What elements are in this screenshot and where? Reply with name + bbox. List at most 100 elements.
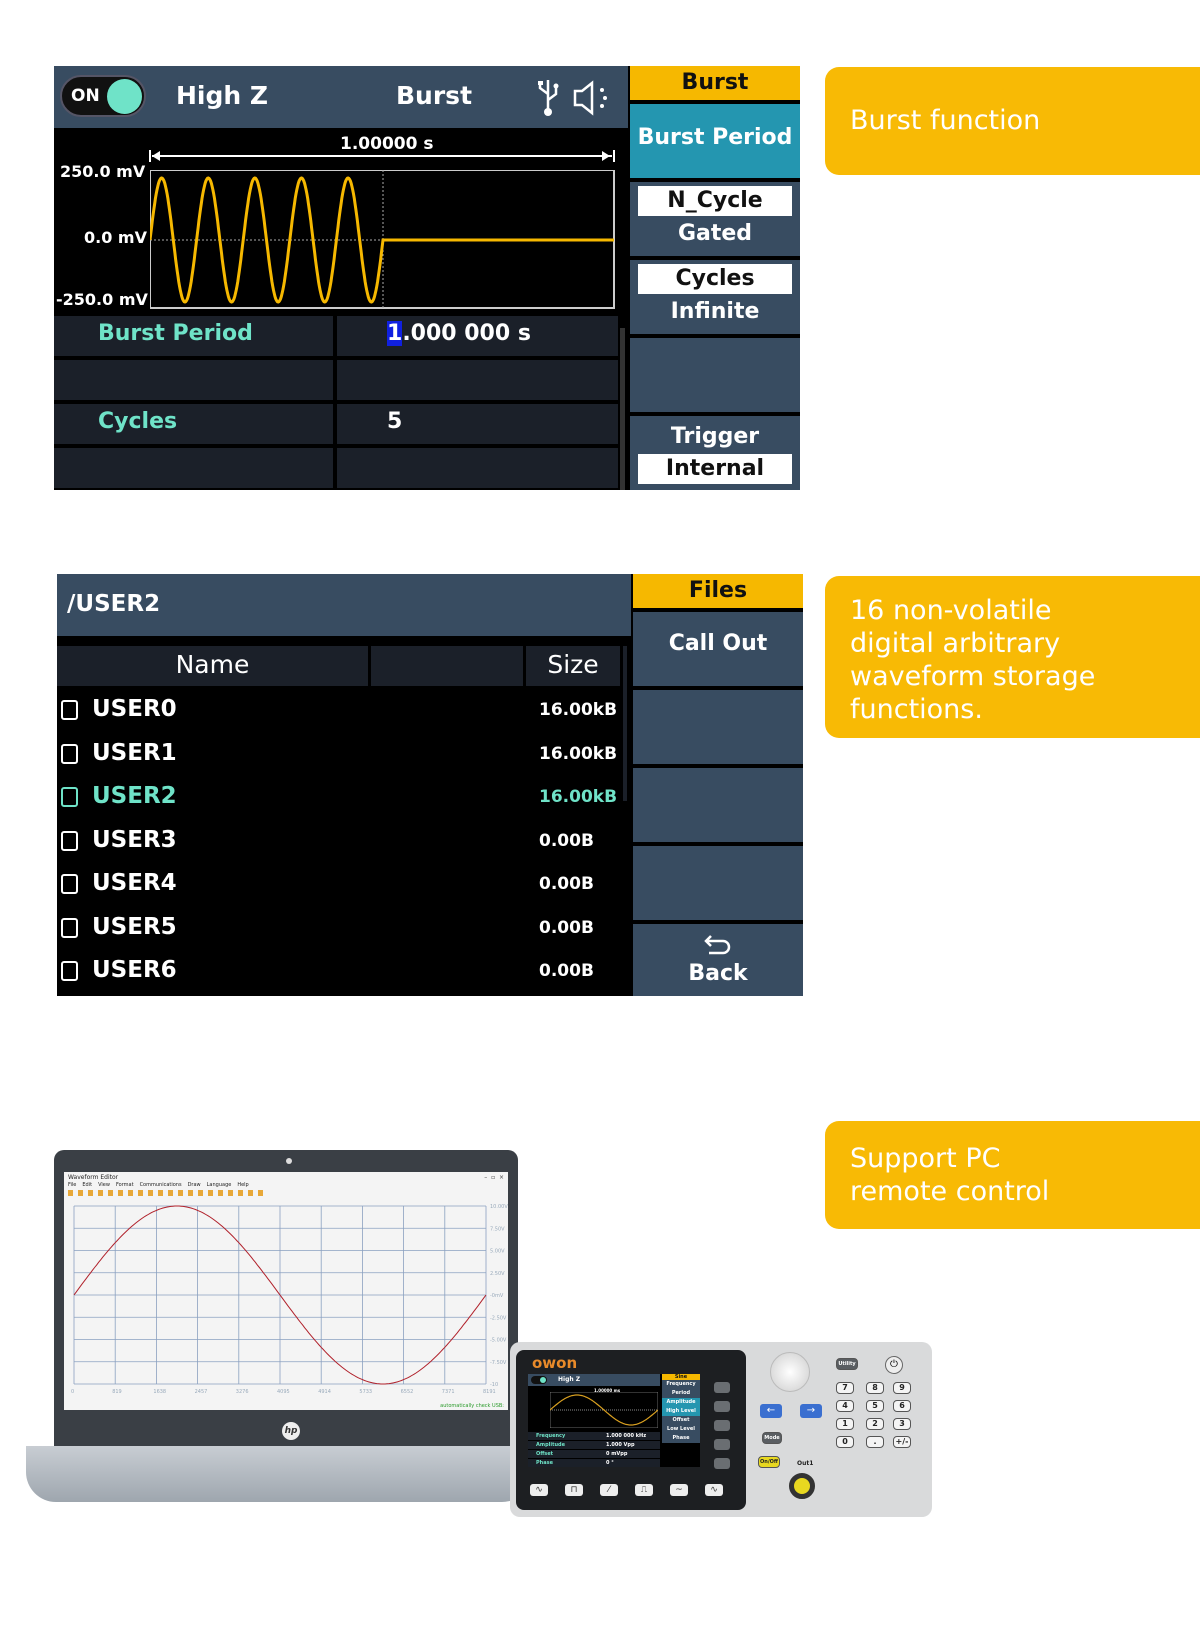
menu-item[interactable]: Edit xyxy=(82,1182,92,1188)
menu-item[interactable]: Communications xyxy=(140,1182,182,1188)
waveform-key[interactable]: ∿ xyxy=(530,1484,548,1496)
menu-item[interactable]: Low Level xyxy=(662,1425,700,1434)
key-4[interactable]: 4 xyxy=(836,1400,854,1412)
brand-logo: owon xyxy=(532,1354,578,1372)
file-size: 0.00B xyxy=(539,874,594,894)
key-5[interactable]: 5 xyxy=(866,1400,884,1412)
option-selected: Internal xyxy=(638,454,792,484)
param-row[interactable]: Frequency 1.000 000 kHz xyxy=(528,1432,660,1440)
param-label: Offset xyxy=(536,1451,554,1457)
key-mode[interactable]: Mode xyxy=(762,1432,782,1444)
waveform-key[interactable]: ∿ xyxy=(705,1484,723,1496)
softkey[interactable] xyxy=(714,1458,730,1469)
file-row[interactable]: USER5 0.00B xyxy=(57,906,622,949)
param-value[interactable]: 1.000 000 s xyxy=(387,321,531,346)
column-blank xyxy=(371,646,523,686)
menu-item[interactable]: Draw xyxy=(188,1182,201,1188)
menu-item[interactable]: View xyxy=(98,1182,110,1188)
right-arrow-key[interactable]: → xyxy=(800,1404,822,1418)
left-arrow-key[interactable]: ← xyxy=(760,1404,782,1418)
speaker-icon xyxy=(573,80,607,116)
pc-waveform-plot: 10.00V 7.50V 5.00V 2.50V -0mV -2.50V -5.00V -7.… xyxy=(71,1204,508,1395)
waveform-key[interactable]: ⎍ xyxy=(635,1484,653,1496)
scrollbar[interactable] xyxy=(623,646,627,801)
callout-storage: 16 non-volatile digital arbitrary wavefo… xyxy=(825,576,1200,738)
key-7[interactable]: 7 xyxy=(836,1382,854,1394)
menu-burst-period[interactable]: Burst Period xyxy=(630,104,800,178)
menu-empty[interactable] xyxy=(630,338,800,412)
window-controls[interactable]: – ▫ × xyxy=(484,1174,504,1181)
rotary-knob[interactable] xyxy=(770,1352,810,1392)
file-row[interactable]: USER1 16.00kB xyxy=(57,732,622,775)
param-row[interactable]: Burst Period 1.000 000 s xyxy=(54,316,618,356)
menu-empty[interactable] xyxy=(633,768,803,842)
param-row xyxy=(54,448,618,488)
param-row[interactable]: Offset 0 mVpp xyxy=(528,1450,660,1458)
key-utility[interactable]: Utility xyxy=(836,1358,858,1370)
key-[interactable]: . xyxy=(866,1436,884,1448)
menu-item[interactable]: File xyxy=(68,1182,76,1188)
burst-trace xyxy=(150,176,614,304)
output-toggle[interactable] xyxy=(531,1376,547,1384)
param-row[interactable]: Cycles 5 xyxy=(54,404,618,444)
key-0[interactable]: 0 xyxy=(836,1436,854,1448)
key-3[interactable]: 3 xyxy=(893,1418,911,1430)
file-name: USER2 xyxy=(92,783,177,809)
menu-call-out[interactable]: Call Out xyxy=(633,612,803,686)
menu-item[interactable]: Amplitude xyxy=(662,1398,700,1407)
param-label: Cycles xyxy=(98,409,178,434)
menu-title: Burst xyxy=(630,66,800,100)
menu-empty[interactable] xyxy=(633,846,803,920)
scrollbar[interactable] xyxy=(620,328,625,490)
file-row[interactable]: USER4 0.00B xyxy=(57,862,622,905)
waveform-key[interactable]: ⊓ xyxy=(565,1484,583,1496)
key-onoff[interactable]: On/Off xyxy=(758,1456,780,1468)
menu-item[interactable]: Period xyxy=(662,1389,700,1398)
key-2[interactable]: 2 xyxy=(866,1418,884,1430)
file-row[interactable]: USER6 0.00B xyxy=(57,949,622,992)
file-row[interactable]: USER0 16.00kB xyxy=(57,688,622,731)
waveform-key[interactable]: ~ xyxy=(670,1484,688,1496)
param-row[interactable]: Phase 0 ° xyxy=(528,1459,660,1467)
load-label: High Z xyxy=(176,81,269,110)
menu-burst-mode[interactable]: N_Cycle Gated xyxy=(630,182,800,256)
x-tick: 8191 xyxy=(483,1389,496,1395)
burst-screen: ON High Z Burst 1.00000 s 250.0 mV 0.0 m… xyxy=(54,66,800,490)
menu-item[interactable]: Offset xyxy=(662,1416,700,1425)
menu-cycles[interactable]: Cycles Infinite xyxy=(630,260,800,334)
softkey[interactable] xyxy=(714,1382,730,1393)
column-size[interactable]: Size xyxy=(526,646,620,686)
softkey[interactable] xyxy=(714,1401,730,1412)
key-6[interactable]: 6 xyxy=(893,1400,911,1412)
menu-trigger[interactable]: Trigger Internal xyxy=(630,416,800,490)
menu-item[interactable]: Frequency xyxy=(662,1380,700,1389)
column-name[interactable]: Name xyxy=(57,646,368,686)
y-tick: -5.00V xyxy=(490,1338,507,1344)
status-text: automatically check USB: xyxy=(440,1403,504,1409)
menu-item[interactable]: Help xyxy=(237,1182,248,1188)
key-[interactable]: +/- xyxy=(893,1436,911,1448)
menu-back[interactable]: Back xyxy=(633,924,803,996)
output-toggle[interactable]: ON xyxy=(60,75,146,117)
param-row[interactable]: Amplitude 1.000 Vpp xyxy=(528,1441,660,1449)
softkey[interactable] xyxy=(714,1420,730,1431)
menu-empty[interactable] xyxy=(633,690,803,764)
key-8[interactable]: 8 xyxy=(866,1382,884,1394)
file-size: 16.00kB xyxy=(539,787,618,807)
param-label: Burst Period xyxy=(98,321,253,346)
softkey[interactable] xyxy=(714,1439,730,1450)
menu-item[interactable]: High Level xyxy=(662,1407,700,1416)
key-1[interactable]: 1 xyxy=(836,1418,854,1430)
param-value[interactable]: 5 xyxy=(387,409,402,434)
power-button[interactable]: ⏻ xyxy=(885,1356,903,1374)
key-9[interactable]: 9 xyxy=(893,1382,911,1394)
menu-item[interactable]: Language xyxy=(207,1182,232,1188)
menu-item[interactable]: Format xyxy=(116,1182,134,1188)
file-row[interactable]: USER3 0.00B xyxy=(57,819,622,862)
file-row[interactable]: USER2 16.00kB xyxy=(57,775,622,818)
menu-item[interactable]: Phase xyxy=(662,1434,700,1443)
waveform-key[interactable]: ⁄ xyxy=(600,1484,618,1496)
callout-line: Support PC xyxy=(850,1143,1001,1174)
toolbar[interactable] xyxy=(68,1190,268,1196)
files-screen: /USER2 Name Size USER0 16.00kB USER1 16.00k… xyxy=(57,574,803,996)
